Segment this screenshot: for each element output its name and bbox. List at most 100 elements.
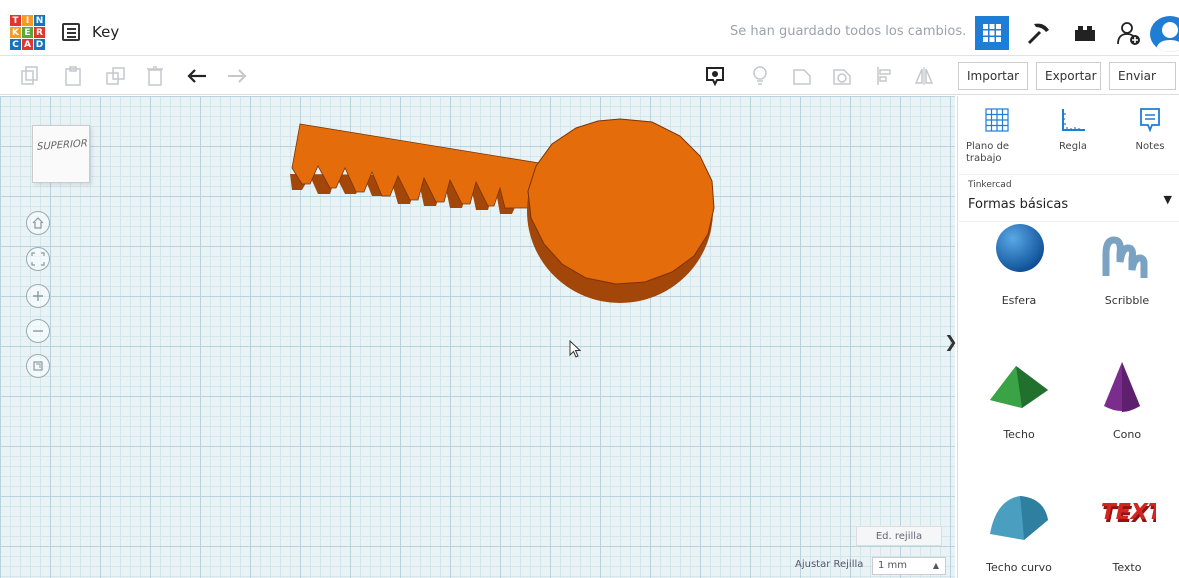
shape-hole-button[interactable] (831, 65, 853, 87)
ruler-tool-label: Regla (1059, 141, 1087, 152)
plus-icon (33, 291, 43, 301)
paste-button[interactable] (62, 65, 84, 87)
duplicate-button[interactable] (105, 65, 127, 87)
delete-button[interactable] (144, 65, 166, 87)
redo-button[interactable] (226, 65, 248, 87)
export-button[interactable]: Exportar (1036, 62, 1101, 90)
zoom-out-button[interactable] (26, 319, 50, 343)
logo-letter: C (10, 39, 21, 50)
align-icon (877, 67, 891, 85)
logo-letter: I (22, 15, 33, 26)
avatar[interactable] (1150, 16, 1179, 52)
logo-letter: R (34, 27, 45, 38)
grid-view-icon (983, 24, 1001, 42)
key-blade (291, 123, 546, 209)
edit-toolbar: Importar Exportar Enviar a (0, 57, 1179, 109)
roof-icon[interactable] (986, 360, 1052, 410)
cone-icon[interactable] (1102, 360, 1142, 416)
logo-letter: K (10, 27, 21, 38)
view-cube[interactable]: SUPERIOR (32, 125, 90, 183)
logo-letter: E (22, 27, 33, 38)
mouse-cursor-icon (569, 340, 582, 358)
send-to-button[interactable]: Enviar a (1109, 62, 1176, 109)
notes-icon (1140, 108, 1160, 133)
shape-label-roof: Techo (1003, 428, 1035, 441)
chevron-right-icon: ❯ (944, 331, 958, 351)
home-view-button[interactable] (26, 211, 50, 235)
saved-status: Se han guardado todos los cambios. (730, 24, 967, 39)
design-title[interactable]: Key (92, 23, 119, 41)
shape-label-cone: Cono (1112, 428, 1142, 441)
logo-letter: T (10, 15, 21, 26)
library-name: Formas básicas (968, 197, 1069, 212)
shape-library-select[interactable]: Tinkercad Formas básicas ▼ (959, 174, 1179, 222)
snap-grid-label: Ajustar Rejilla (795, 559, 864, 570)
shape-label-text: Texto (1112, 561, 1142, 574)
library-source: Tinkercad (968, 180, 1012, 190)
notes-tool-label: Notes (1135, 141, 1165, 152)
home-icon (32, 217, 44, 229)
copy-icon (21, 66, 38, 85)
snap-grid-select[interactable]: 1 mm ▲ (872, 557, 946, 575)
shape-solid-icon (793, 69, 811, 85)
add-user-button[interactable] (1112, 16, 1146, 50)
shape-solid-button[interactable] (791, 65, 813, 87)
snap-grid-value: 1 mm (878, 560, 908, 571)
shape-label-curved-roof: Techo curvo (986, 561, 1052, 574)
zoom-in-button[interactable] (26, 284, 50, 308)
notes-toggle-button[interactable] (704, 65, 726, 87)
align-button[interactable] (874, 65, 896, 87)
brick-icon (1075, 26, 1095, 41)
3d-view-button[interactable] (975, 16, 1009, 50)
tinkercad-editor: T I N K E R C A D Key Se han guardado to… (0, 0, 1179, 578)
scribble-icon[interactable] (1100, 234, 1148, 282)
svg-text:TEXT: TEXT (1098, 499, 1156, 525)
view-cube-face-label: SUPERIOR (37, 138, 88, 153)
comment-eye-icon (706, 67, 724, 87)
edit-grid-button[interactable]: Ed. rejilla (856, 526, 942, 546)
cube-outline-icon (33, 361, 43, 371)
add-user-icon (1117, 22, 1140, 45)
workplane-tool[interactable]: Plano de trabajo (962, 106, 1032, 165)
ruler-icon (1062, 109, 1085, 131)
workplane[interactable]: SUPERIOR (0, 96, 955, 578)
curved-roof-icon[interactable] (986, 490, 1052, 544)
top-bar: T I N K E R C A D Key Se han guardado to… (0, 10, 1179, 56)
fit-view-button[interactable] (26, 247, 50, 271)
key-model[interactable] (0, 96, 955, 578)
panel-collapse-button[interactable]: ❯ (944, 326, 958, 356)
logo-letter: A (22, 39, 33, 50)
import-button[interactable]: Importar (958, 62, 1028, 90)
ruler-tool[interactable]: Regla (1038, 106, 1108, 153)
workplane-icon (985, 108, 1009, 132)
copy-button[interactable] (19, 65, 41, 87)
minecraft-view-button[interactable] (1022, 16, 1056, 50)
duplicate-icon (106, 67, 125, 85)
lightbulb-icon (753, 66, 767, 85)
workplane-tool-label: Plano de trabajo (966, 141, 1010, 164)
bricks-view-button[interactable] (1068, 16, 1102, 50)
shape-label-sphere: Esfera (1001, 294, 1037, 307)
caret-up-icon: ▲ (932, 561, 939, 570)
shape-label-scribble: Scribble (1104, 294, 1150, 307)
mirror-button[interactable] (913, 65, 935, 87)
mirror-icon (914, 67, 934, 85)
notes-tool[interactable]: Notes (1115, 106, 1179, 153)
logo-letter: N (34, 15, 45, 26)
pickaxe-icon (1027, 23, 1049, 45)
sphere-icon[interactable] (992, 224, 1048, 280)
caret-down-icon: ▼ (1163, 193, 1172, 206)
design-list-icon[interactable] (62, 23, 80, 41)
minus-icon (33, 330, 43, 332)
text-shape-icon[interactable]: TEXT TEXT (1096, 496, 1156, 532)
trash-icon (147, 66, 163, 86)
logo-letter: D (34, 39, 45, 50)
fit-view-icon (31, 252, 45, 266)
ortho-view-button[interactable] (26, 354, 50, 378)
light-button[interactable] (749, 65, 771, 87)
tinkercad-logo[interactable]: T I N K E R C A D (10, 15, 46, 51)
paste-icon (65, 66, 81, 86)
undo-button[interactable] (186, 65, 208, 87)
shape-hole-icon (833, 69, 851, 85)
shapes-panel: Plano de trabajo Regla Notes Tinkercad F… (957, 96, 1179, 578)
